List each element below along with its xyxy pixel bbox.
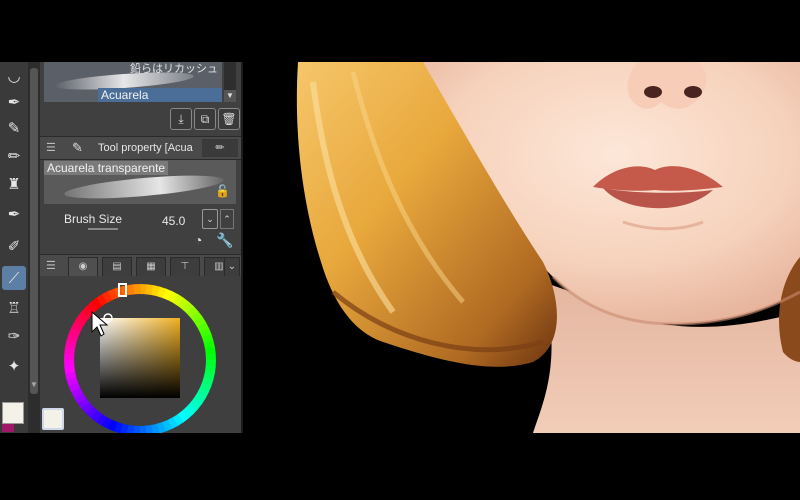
side-panel: 鉛らはリカッシュ Acuarela transparente ▼ ⤓ ⧉ 🗑 ☰… (40, 62, 241, 433)
tab-color-set[interactable]: ▦ (136, 257, 166, 277)
hue-segment[interactable] (139, 425, 147, 433)
menu-icon[interactable]: ☰ (46, 141, 56, 154)
subtool-name: Acuarela transparente (98, 88, 222, 102)
tool-palette: ◡ ✒ ✎ ✏ ♜ ✒ ✐ ⟋ ♖ ✑ ✦ (0, 62, 29, 433)
tool-property-title[interactable]: Tool property [Acua (98, 142, 198, 154)
brush-size-value[interactable]: 45.0 (162, 214, 185, 228)
fill-icon[interactable]: ✑ (2, 324, 26, 348)
hue-segment[interactable] (64, 359, 75, 367)
current-color-swatch[interactable] (42, 408, 64, 430)
color-wheel-panel (40, 276, 241, 433)
tool-property-tools: ◔ 🔧 (190, 232, 240, 250)
menu-icon[interactable]: ☰ (46, 259, 56, 272)
scrollbar-thumb[interactable] (30, 68, 38, 394)
artwork-illustration (296, 62, 800, 433)
brush-size-slider[interactable] (88, 228, 118, 230)
sparkle-icon[interactable]: ✦ (2, 354, 26, 378)
wrench-icon[interactable]: 🔧 (216, 232, 233, 249)
drawing-canvas[interactable] (243, 62, 800, 433)
toolbar-scrollbar[interactable]: ▼ (28, 62, 40, 433)
chevron-down-icon[interactable]: ▼ (29, 380, 39, 390)
trash-icon[interactable]: 🗑 (218, 108, 240, 130)
brush-icon[interactable]: ✐ (2, 234, 26, 258)
tab-intermediate-color[interactable]: ⊤ (170, 257, 200, 277)
pencil-tab-icon[interactable]: ✏ (202, 139, 238, 157)
tab-color-wheel[interactable]: ◉ (68, 257, 98, 277)
subtool-actions: ⤓ ⧉ 🗑 (40, 106, 241, 132)
subtool-selected-item[interactable]: 鉛らはリカッシュ Acuarela transparente (44, 62, 222, 102)
airbrush-icon[interactable]: ♜ (2, 172, 26, 196)
brush-preview: Acuarela transparente 🔓 (44, 160, 236, 204)
blend-icon[interactable]: ◡ (2, 64, 26, 88)
brush-size-dropdown[interactable]: ⌄ (202, 209, 218, 229)
main-color-swatch[interactable] (2, 402, 24, 424)
color-wheel[interactable] (40, 276, 241, 433)
color-wheel-header: ☰ ◉ ▤ ▦ ⊤ ▥ ⌄ (40, 254, 241, 277)
watercolor-brush-icon[interactable]: ⟋ (2, 266, 26, 290)
brush-size-label: Brush Size (64, 212, 123, 226)
hue-segment[interactable] (205, 353, 216, 361)
brush-size-stepper[interactable]: ⌃ (220, 209, 234, 229)
tab-color-slider[interactable]: ▤ (102, 257, 132, 277)
lock-icon[interactable]: 🔓 (215, 184, 230, 198)
subtool-scrollbar[interactable]: ▼ (224, 62, 236, 102)
pen-nib-icon[interactable]: ✒ (2, 202, 26, 226)
eraser-icon[interactable]: ♖ (2, 296, 26, 320)
brush-size-row: Brush Size 45.0 ⌄ ⌃ (44, 208, 236, 230)
clip-studio-window: ◡ ✒ ✎ ✏ ♜ ✒ ✐ ⟋ ♖ ✑ ✦ ▼ 鉛らはリカッシュ Acuarel… (0, 62, 800, 433)
download-icon[interactable]: ⤓ (170, 108, 192, 130)
brush-stroke-preview (63, 171, 225, 203)
brush-preview-label: Acuarela transparente (44, 161, 169, 175)
chevron-down-icon[interactable]: ⌄ (224, 257, 240, 277)
pen-icon[interactable]: ✒ (2, 90, 26, 114)
tool-property-header: ☰ ✎ Tool property [Acua ✏ (40, 136, 241, 160)
duplicate-icon[interactable]: ⧉ (194, 108, 216, 130)
pencil-icon[interactable]: ✏ (2, 144, 26, 168)
hue-segment[interactable] (133, 284, 141, 295)
pressure-icon[interactable]: ◔ (194, 232, 202, 248)
chevron-down-icon[interactable]: ▼ (224, 90, 236, 102)
marker-icon[interactable]: ✎ (2, 116, 26, 140)
brush-tab-icon[interactable]: ✎ (72, 140, 83, 156)
